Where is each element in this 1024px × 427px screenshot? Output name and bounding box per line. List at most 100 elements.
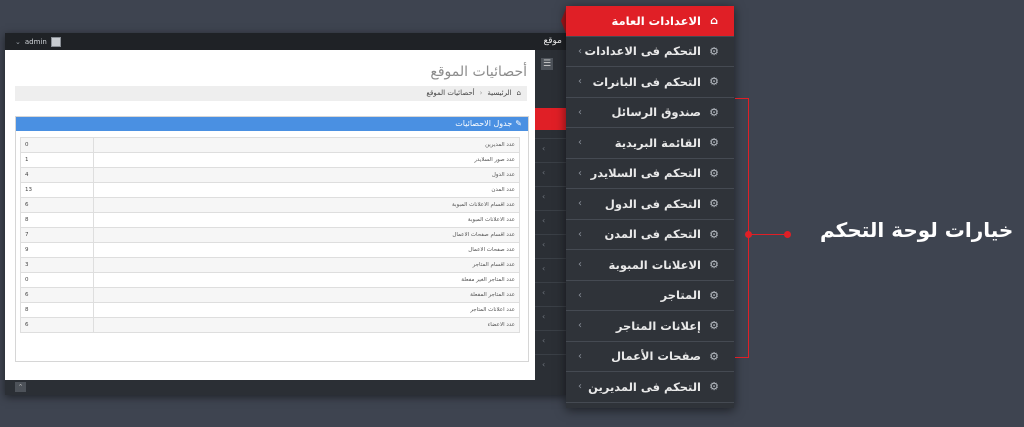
chevron-left-icon: ‹: [542, 240, 546, 249]
active-menu-marker: [535, 108, 568, 130]
stats-panel-header: ✎ جدول الاحصائيات: [16, 117, 528, 131]
sidebar-item-label: التحكم فى المدن: [604, 227, 701, 242]
stat-value: 1: [20, 152, 94, 168]
table-row: 6 عدد اقسام الاعلانات المبوبة: [20, 197, 520, 213]
sidebar-item-label: صندوق الرسائل: [611, 105, 701, 120]
stat-label: عدد المتاجر الغير مفعلة: [93, 272, 520, 288]
chevron-left-icon: ‹: [542, 312, 546, 321]
home-icon: ⌂: [516, 89, 521, 97]
breadcrumb-home[interactable]: الرئيسية: [487, 89, 511, 97]
stat-value: 6: [20, 197, 94, 213]
callout-dot-left: [745, 231, 752, 238]
stat-value: 7: [20, 227, 94, 243]
cogs-icon: ⚙: [709, 319, 719, 333]
sidebar-item[interactable]: ‹ المتاجر ⚙: [566, 281, 734, 311]
table-row: 8 عدد الاعلانات المبوبة: [20, 212, 520, 228]
admin-footer: ⌃: [5, 380, 568, 395]
chevron-left-icon: ‹: [578, 106, 582, 118]
stat-value: 13: [20, 182, 94, 198]
admin-top-bar: ⌄ admin موقع: [5, 33, 568, 50]
callout-bracket: [735, 98, 749, 358]
stats-panel: ✎ جدول الاحصائيات 0 عدد المديرين 1 عدد صور …: [15, 116, 529, 362]
stat-label: عدد صور السلايدر: [93, 152, 520, 168]
chevron-left-icon: ‹: [578, 167, 582, 179]
sidebar-item[interactable]: ‹ التحكم فى البانرات ⚙: [566, 67, 734, 98]
stat-label: عدد اقسام الاعلانات المبوبة: [93, 197, 520, 213]
sidebar-item[interactable]: ‹ التحكم فى الدول ⚙: [566, 189, 734, 220]
stat-value: 8: [20, 302, 94, 318]
sidebar-row: ‹: [535, 306, 568, 330]
chevron-left-icon: ‹: [542, 144, 546, 153]
home-icon: ⌂: [710, 14, 718, 28]
sidebar-row: ‹: [535, 162, 568, 186]
sidebar-item-label: الاعدادات العامة: [611, 13, 701, 28]
sidebar-item[interactable]: ‹ صفحات الأعمال ⚙: [566, 342, 734, 372]
sidebar-row: ‹: [535, 258, 568, 282]
sidebar-item[interactable]: الاعدادات العامة ⌂: [566, 6, 734, 37]
stat-label: عدد صفحات الاعمال: [93, 242, 520, 258]
sidebar-item[interactable]: ‹ صندوق الرسائل ⚙: [566, 98, 734, 128]
breadcrumb-separator: ‹: [479, 89, 483, 97]
stat-label: عدد الاعلانات المبوبة: [93, 212, 520, 228]
avatar: [50, 37, 61, 47]
table-row: 8 عدد اعلانات المتاجر: [20, 302, 520, 318]
sidebar-item-label: التحكم فى الدول: [604, 196, 701, 211]
edit-icon: ✎: [515, 119, 522, 128]
stat-label: عدد اقسام المتاجر: [93, 257, 520, 273]
table-row: 13 عدد المدن: [20, 182, 520, 198]
sidebar-item[interactable]: ‹ القائمة البريدية ⚙: [566, 128, 734, 159]
cogs-icon: ⚙: [709, 349, 719, 363]
sidebar-item[interactable]: ‹ التحكم فى المديرين ⚙: [566, 372, 734, 403]
cogs-icon: ⚙: [709, 75, 719, 89]
chevron-left-icon: ‹: [578, 228, 582, 240]
breadcrumb-current: أحصائيات الموقع: [426, 89, 475, 97]
chevron-left-icon: ‹: [578, 259, 582, 270]
sidebar-item[interactable]: ‹ الاعلانات المبوبة ⚙: [566, 250, 734, 281]
cogs-icon: ⚙: [709, 136, 719, 150]
page-title: أحصائيات الموقع: [430, 64, 527, 80]
stat-value: 0: [20, 137, 94, 153]
table-row: 7 عدد اقسام صفحات الاعمال: [20, 227, 520, 243]
cogs-icon: ⚙: [709, 44, 719, 58]
stat-label: عدد الدول: [93, 167, 520, 183]
user-menu[interactable]: ⌄ admin: [15, 37, 61, 47]
table-row: 9 عدد صفحات الاعمال: [20, 242, 520, 258]
chevron-left-icon: ‹: [578, 137, 582, 148]
chevron-left-icon: ‹: [578, 289, 582, 301]
main-content: أحصائيات الموقع ⌂ الرئيسية ‹ أحصائيات ال…: [5, 50, 535, 380]
sidebar-row: ‹: [535, 282, 568, 306]
cogs-icon: ⚙: [709, 166, 719, 180]
sidebar-item[interactable]: ‹ التحكم فى المدن ⚙: [566, 220, 734, 250]
cogs-icon: ⚙: [709, 288, 719, 302]
table-row: 1 عدد صور السلايدر: [20, 152, 520, 168]
stat-value: 9: [20, 242, 94, 258]
cogs-icon: ⚙: [709, 380, 719, 394]
stats-panel-title: جدول الاحصائيات: [455, 119, 513, 128]
chevron-left-icon: ‹: [542, 336, 546, 345]
callout-line: [748, 234, 788, 235]
sidebar-row: ‹: [535, 186, 568, 210]
admin-window-screenshot: ⌄ admin موقع أحصائيات الموقع ⌂ الرئيسية …: [5, 33, 568, 395]
sidebar-row: ‹: [535, 138, 568, 162]
user-name: admin: [24, 38, 47, 46]
sidebar-row: ‹: [535, 330, 568, 354]
sidebar-item[interactable]: ‹ التحكم فى السلايدر ⚙: [566, 159, 734, 189]
cogs-icon: ⚙: [709, 258, 719, 272]
menu-toggle-icon[interactable]: ☰: [541, 58, 553, 70]
scroll-top-button[interactable]: ⌃: [15, 382, 26, 392]
sidebar-item-label: التحكم فى المديرين: [588, 379, 701, 394]
sidebar-item[interactable]: ‹ إعلانات المتاجر ⚙: [566, 311, 734, 342]
chevron-left-icon: ‹: [542, 360, 546, 369]
sidebar-item-label: المتاجر: [660, 288, 701, 303]
sidebar-row: ‹: [535, 210, 568, 234]
chevron-left-icon: ‹: [542, 216, 546, 225]
sidebar-item-label: القائمة البريدية: [614, 135, 701, 150]
chevron-down-icon: ⌄: [15, 38, 21, 46]
table-row: 0 عدد المديرين: [20, 137, 520, 153]
admin-sidebar-menu: الاعدادات العامة ⌂ ‹ التحكم فى الاعدادات ⚙ ‹ ا…: [566, 6, 734, 408]
site-name-fragment: موقع: [543, 36, 562, 46]
sidebar-row: ‹: [535, 234, 568, 258]
table-row: 6 عدد المتاجر المفعلة: [20, 287, 520, 303]
stat-value: 0: [20, 272, 94, 288]
sidebar-item[interactable]: ‹ التحكم فى الاعدادات ⚙: [566, 37, 734, 67]
